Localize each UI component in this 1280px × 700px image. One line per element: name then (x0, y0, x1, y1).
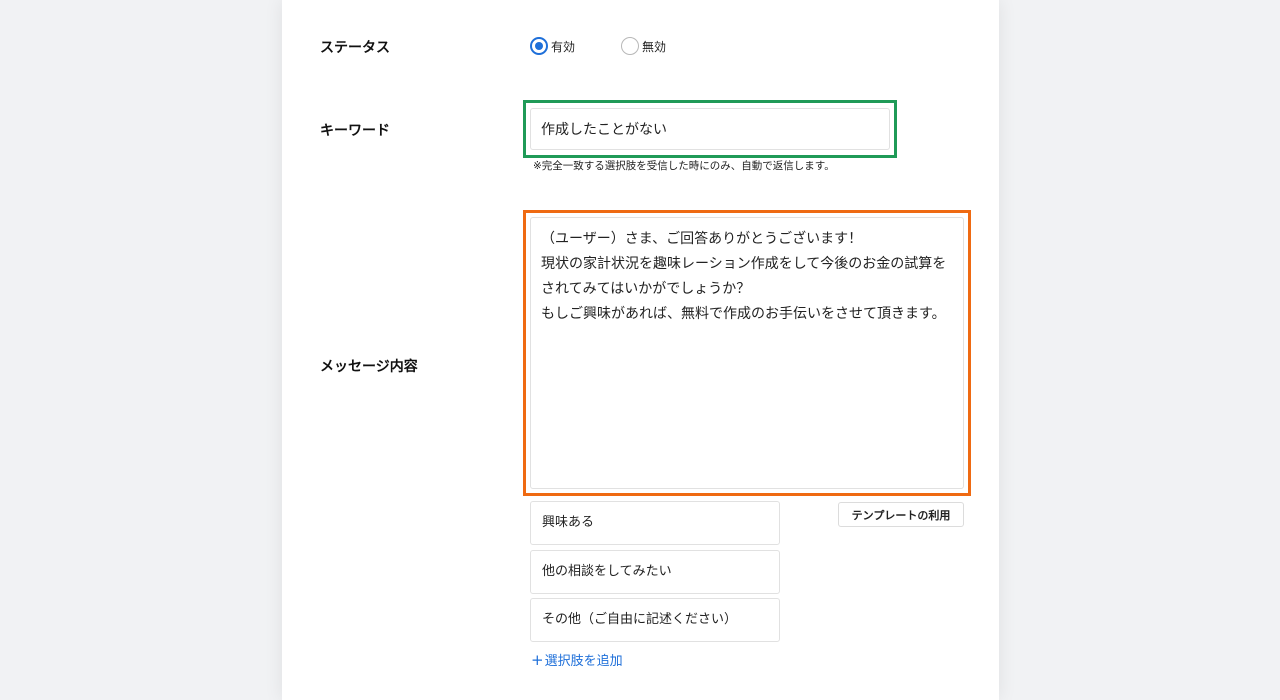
status-label: ステータス (320, 40, 390, 56)
status-option-active[interactable]: 有効 (530, 37, 575, 55)
template-button[interactable]: テンプレートの利用 (838, 502, 964, 527)
form-panel: ステータス 有効 無効 キーワード ※完全一致する選択肢を受信した時にのみ、自動… (282, 0, 999, 700)
status-option-inactive[interactable]: 無効 (621, 37, 666, 55)
status-option-active-label: 有効 (551, 39, 576, 54)
radio-checked-icon[interactable] (530, 37, 548, 55)
message-textarea[interactable]: （ユーザー）さま、ご回答ありがとうございます！ 現状の家計状況を趣味レーション作… (530, 217, 964, 489)
plus-icon: + (531, 650, 544, 669)
status-option-inactive-label: 無効 (642, 39, 667, 54)
keyword-hint: ※完全一致する選択肢を受信した時にのみ、自動で返信します。 (533, 160, 835, 172)
add-choice-link[interactable]: + 選択肢を追加 (531, 650, 623, 670)
choice-item[interactable]: 興味ある (530, 501, 780, 545)
radio-unchecked-icon[interactable] (621, 37, 640, 55)
keyword-label: キーワード (320, 123, 390, 139)
keyword-input[interactable] (530, 108, 890, 150)
add-choice-label: 選択肢を追加 (544, 654, 623, 669)
choice-item[interactable]: その他（ご自由に記述ください） (530, 598, 780, 642)
status-radio-group: 有効 無効 (530, 37, 712, 55)
choice-item[interactable]: 他の相談をしてみたい (530, 550, 780, 594)
message-label: メッセージ内容 (320, 359, 418, 375)
